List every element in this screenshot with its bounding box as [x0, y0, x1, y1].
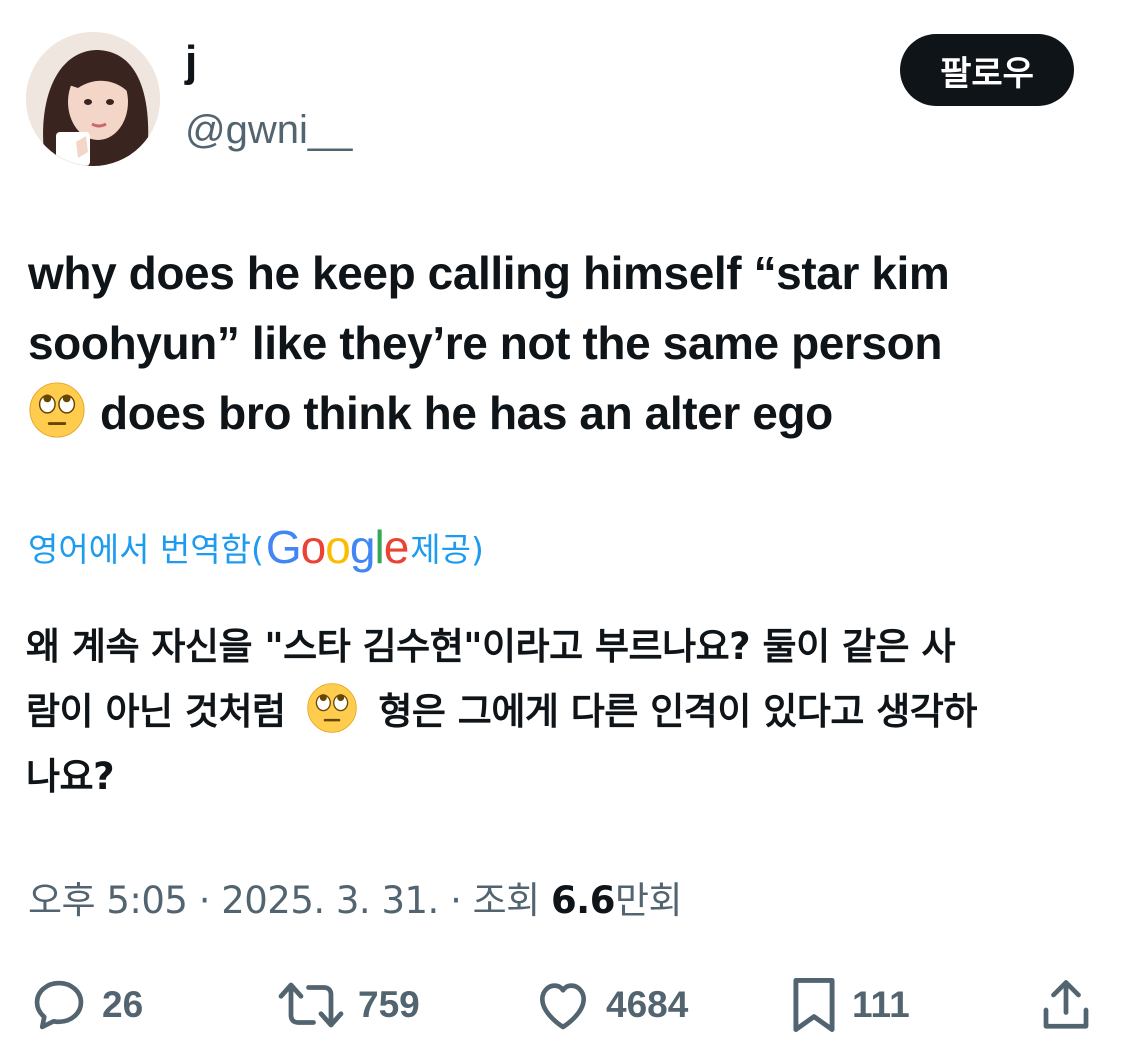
tweet-line-2: soohyun” like they’re not the same perso… — [28, 317, 943, 369]
reply-button[interactable]: 26 — [28, 970, 143, 1040]
bookmark-button[interactable]: 111 — [788, 970, 910, 1040]
bookmark-icon — [793, 978, 835, 1032]
follow-button[interactable]: 팔로우 — [900, 34, 1074, 106]
tweet-text: why does he keep calling himself “star k… — [28, 238, 1098, 448]
google-logo: Google — [265, 521, 409, 573]
retweet-icon — [278, 982, 344, 1028]
avatar[interactable] — [26, 32, 160, 166]
translated-from-label[interactable]: 영어에서 번역함( Google 제공) — [28, 520, 484, 574]
like-button[interactable]: 4684 — [532, 970, 688, 1040]
tweet-line-1: why does he keep calling himself “star k… — [28, 247, 950, 299]
translated-text: 왜 계속 자신을 "스타 김수현"이라고 부르나요? 둘이 같은 사 람이 아닌… — [26, 614, 1086, 809]
share-icon — [1043, 980, 1089, 1029]
display-name[interactable]: j — [185, 40, 197, 84]
reply-count: 26 — [102, 984, 144, 1025]
user-handle[interactable]: @gwni__ — [185, 108, 352, 152]
reply-icon — [34, 980, 84, 1030]
action-bar: 26 759 4684 111 — [0, 970, 1125, 1040]
like-count: 4684 — [606, 984, 689, 1025]
retweet-button[interactable]: 759 — [276, 970, 420, 1040]
heart-icon — [540, 983, 586, 1030]
rolling-eyes-emoji-icon — [29, 382, 85, 438]
translated-line-1: 왜 계속 자신을 "스타 김수현"이라고 부르나요? 둘이 같은 사 — [26, 625, 956, 668]
retweet-count: 759 — [358, 984, 420, 1025]
share-button[interactable] — [1036, 970, 1108, 1040]
timestamp[interactable]: 오후 5:05 · 2025. 3. 31. · 조회 — [28, 879, 551, 922]
rolling-eyes-emoji-icon — [307, 683, 357, 733]
translated-line-2: 람이 아닌 것처럼 형은 그에게 다른 인격이 있다고 생각하 — [26, 679, 1086, 744]
translated-line-3: 나요? — [26, 755, 115, 798]
tweet-meta: 오후 5:05 · 2025. 3. 31. · 조회 6.6만회 — [28, 879, 683, 922]
tweet-line-3: does bro think he has an alter ego — [28, 378, 1098, 448]
bookmark-count: 111 — [852, 984, 910, 1025]
view-count: 6.6 — [550, 879, 616, 922]
